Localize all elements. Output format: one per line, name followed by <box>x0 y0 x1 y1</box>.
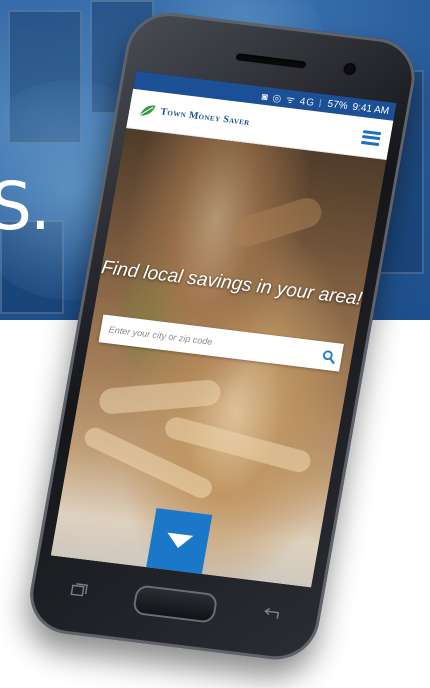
hamburger-menu-icon[interactable] <box>361 129 382 146</box>
logo[interactable]: Town Money Saver <box>138 102 251 129</box>
logo-text: Town Money Saver <box>159 106 251 129</box>
search-icon[interactable] <box>321 349 336 364</box>
chevron-down-icon <box>165 532 194 550</box>
scroll-down-button[interactable] <box>146 508 213 575</box>
home-button[interactable] <box>131 584 219 624</box>
speaker-grille <box>235 53 307 69</box>
hero-section: Find local savings in your area! <box>50 128 387 588</box>
back-icon[interactable] <box>261 606 281 622</box>
background-heading-fragment: S. <box>0 168 51 245</box>
battery-percent: 57% <box>326 98 349 112</box>
recent-apps-icon[interactable] <box>70 582 88 598</box>
leaf-icon <box>138 102 156 118</box>
status-time: 9:41 AM <box>351 101 390 117</box>
front-camera-icon <box>342 62 357 76</box>
